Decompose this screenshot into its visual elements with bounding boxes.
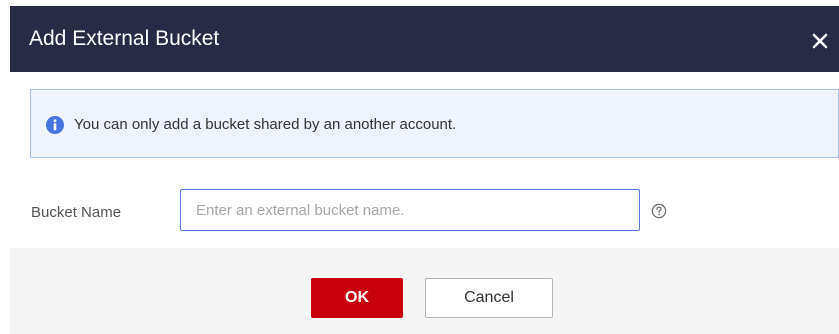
close-button[interactable] xyxy=(808,29,832,53)
info-icon xyxy=(46,116,64,134)
bucket-name-input[interactable] xyxy=(180,189,640,231)
add-external-bucket-dialog: Add External Bucket You can only add a b… xyxy=(10,6,839,334)
cancel-button[interactable]: Cancel xyxy=(425,278,553,318)
bucket-name-label: Bucket Name xyxy=(31,204,122,221)
dialog-header: Add External Bucket xyxy=(10,6,839,72)
info-notice: You can only add a bucket shared by an a… xyxy=(30,89,839,158)
question-circle-icon[interactable] xyxy=(651,203,667,219)
notice-text: You can only add a bucket shared by an a… xyxy=(74,116,457,133)
dialog-footer: OK Cancel xyxy=(10,248,839,334)
close-icon xyxy=(812,33,828,49)
ok-button[interactable]: OK xyxy=(311,278,403,318)
dialog-title: Add External Bucket xyxy=(29,27,220,50)
